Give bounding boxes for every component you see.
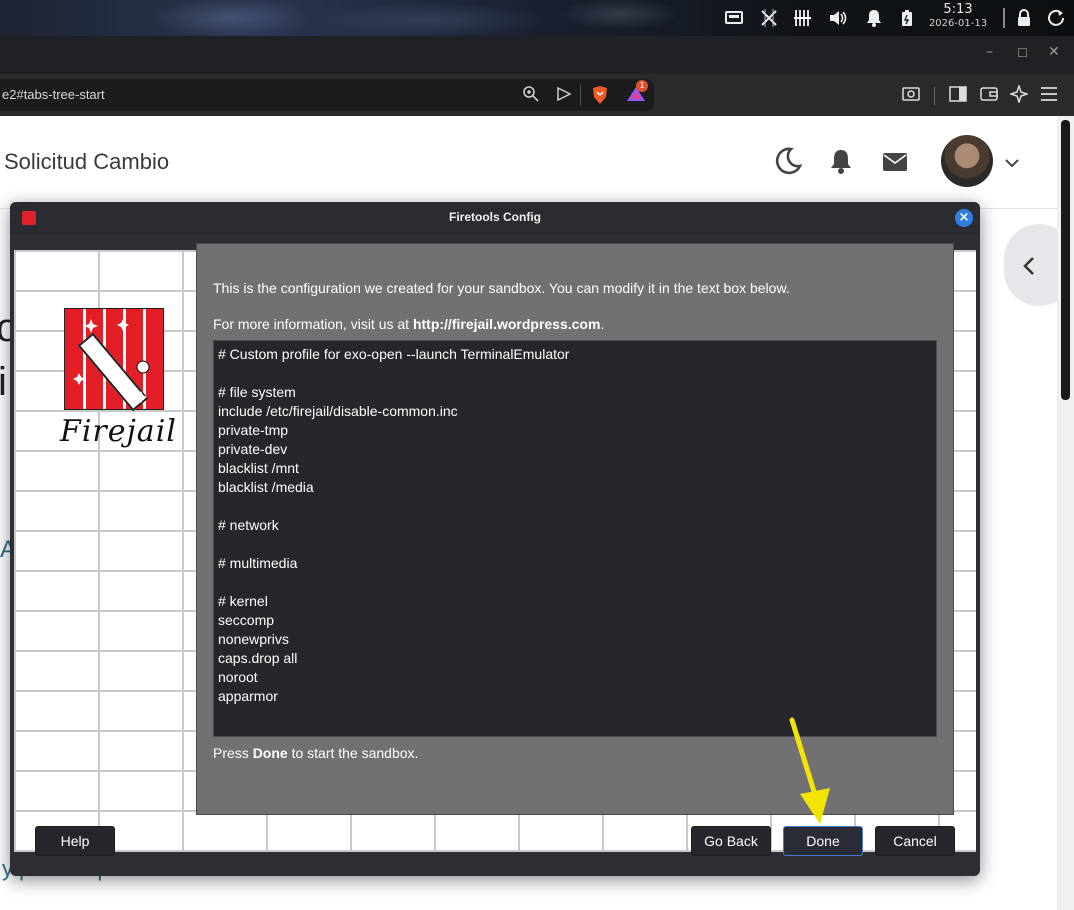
page-fragment: i xyxy=(0,360,7,404)
network-icon[interactable] xyxy=(792,6,814,30)
go-back-button[interactable]: Go Back xyxy=(691,826,771,856)
profile-line: include /etc/firejail/disable-common.inc xyxy=(218,403,458,419)
firejail-logo xyxy=(64,308,164,412)
profile-line: blacklist /mnt xyxy=(218,460,299,476)
info-suffix: . xyxy=(600,316,605,332)
hint-prefix: Press xyxy=(213,745,253,761)
profile-line: apparmor xyxy=(218,688,278,704)
wallet-icon[interactable] xyxy=(980,86,998,106)
leo-ai-icon[interactable] xyxy=(1008,83,1030,107)
dialog-title: Firetools Config xyxy=(449,210,541,224)
profile-line: private-dev xyxy=(218,441,288,457)
info-text: For more information, visit us at http:/… xyxy=(213,316,604,332)
page-header: Solicitud Cambio xyxy=(0,116,1057,209)
address-bar[interactable]: e2#tabs-tree-start 1 xyxy=(0,79,654,111)
cancel-button[interactable]: Cancel xyxy=(875,826,955,856)
power-icon[interactable] xyxy=(1046,6,1066,30)
sidebar-icon[interactable] xyxy=(949,86,967,106)
menu-icon[interactable] xyxy=(1040,86,1058,106)
profile-line: private-tmp xyxy=(218,422,289,438)
annotation-arrow-icon xyxy=(789,717,830,824)
tools-icon[interactable] xyxy=(758,6,780,30)
profile-line: noroot xyxy=(218,669,258,685)
send-icon[interactable] xyxy=(556,85,572,107)
profile-line: nonewprivs xyxy=(218,631,289,647)
lock-icon[interactable] xyxy=(1014,6,1034,30)
mail-icon[interactable] xyxy=(882,152,908,176)
dark-mode-icon[interactable] xyxy=(773,146,803,180)
system-panel: 5:13 2026-01-13 xyxy=(0,0,1074,36)
intro-text: This is the configuration we created for… xyxy=(213,280,790,296)
screenshot-icon[interactable] xyxy=(902,86,920,106)
browser-toolbar: e2#tabs-tree-start 1 xyxy=(0,74,1074,116)
brave-rewards-icon[interactable]: 1 xyxy=(626,80,648,107)
maximize-icon[interactable]: ☐ xyxy=(1017,46,1028,60)
profile-line: # multimedia xyxy=(218,555,298,571)
scrollbar-thumb[interactable] xyxy=(1061,120,1070,400)
hint-bold: Done xyxy=(252,745,288,761)
dialog-close-icon[interactable]: × xyxy=(955,209,973,227)
clock-time: 5:13 xyxy=(943,2,973,17)
profile-line: seccomp xyxy=(218,612,275,628)
battery-icon[interactable] xyxy=(897,6,917,30)
chevron-left-icon xyxy=(1023,257,1034,275)
profile-line: # Custom profile for exo-open --launch T… xyxy=(218,346,570,362)
tray-separator xyxy=(1003,8,1005,28)
url-separator xyxy=(580,85,581,105)
notifications-icon[interactable] xyxy=(863,6,885,30)
profile-line: # file system xyxy=(218,384,296,400)
wallpaper-strip xyxy=(0,0,700,36)
toolbar-separator xyxy=(934,87,935,105)
volume-icon[interactable] xyxy=(827,6,849,30)
clock[interactable]: 5:13 2026-01-13 xyxy=(918,2,998,30)
page-title: Solicitud Cambio xyxy=(4,149,170,174)
rewards-badge: 1 xyxy=(636,80,648,92)
url-text[interactable]: e2#tabs-tree-start xyxy=(2,87,105,102)
browser-titlebar: – ☐ ✕ xyxy=(0,36,1074,74)
dialog-titlebar: Firetools Config × xyxy=(10,202,980,234)
hint-text: Press Done to start the sandbox. xyxy=(213,745,418,761)
hint-suffix: to start the sandbox. xyxy=(287,745,419,761)
chevron-down-icon[interactable] xyxy=(1004,154,1020,173)
avatar[interactable] xyxy=(941,135,993,187)
close-icon[interactable]: ✕ xyxy=(1048,44,1060,60)
profile-line: caps.drop all xyxy=(218,650,298,666)
clock-date: 2026-01-13 xyxy=(928,18,988,29)
help-button[interactable]: Help xyxy=(35,826,115,856)
profile-line: # network xyxy=(218,517,279,533)
info-link[interactable]: http://firejail.wordpress.com xyxy=(413,316,600,332)
info-prefix: For more information, visit us at xyxy=(213,316,413,332)
profile-line: # kernel xyxy=(218,593,268,609)
brave-shield-icon[interactable] xyxy=(591,85,609,109)
profile-editor[interactable]: # Custom profile for exo-open --launch T… xyxy=(213,340,937,737)
profile-line: blacklist /media xyxy=(218,479,314,495)
minimize-icon[interactable]: – xyxy=(986,44,993,60)
screen-icon[interactable] xyxy=(724,6,744,30)
logo-text: Firejail xyxy=(60,414,177,449)
zoom-icon[interactable] xyxy=(522,85,540,107)
bell-icon[interactable] xyxy=(829,148,853,178)
